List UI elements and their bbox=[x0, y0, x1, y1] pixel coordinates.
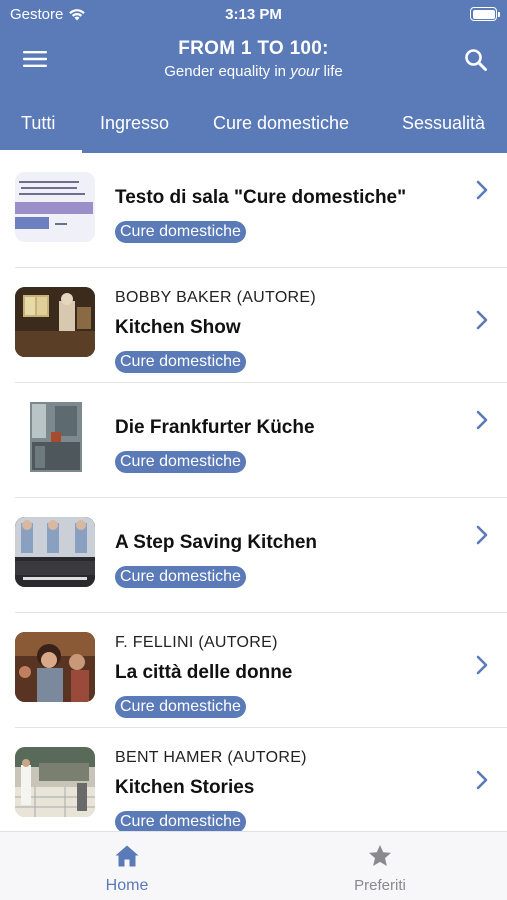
item-author: BOBBY BAKER (AUTORE) bbox=[115, 289, 317, 306]
chevron-right-icon bbox=[476, 525, 488, 545]
nav-home-label: Home bbox=[105, 877, 149, 894]
subtitle-emphasis: your bbox=[290, 63, 320, 80]
film-still-image bbox=[15, 632, 95, 702]
list-item[interactable]: Testo di sala "Cure domestiche" Cure dom… bbox=[0, 153, 507, 268]
tab-cure-domestiche[interactable]: Cure domestiche bbox=[213, 113, 349, 134]
list-item[interactable]: A Step Saving Kitchen Cure domestiche bbox=[0, 498, 507, 613]
home-icon bbox=[115, 845, 139, 867]
search-icon bbox=[465, 49, 487, 71]
chevron-right-icon bbox=[476, 310, 488, 330]
tab-ingresso[interactable]: Ingresso bbox=[100, 113, 169, 134]
kitchen-room-image bbox=[15, 402, 95, 472]
app-subtitle: Gender equality in your life bbox=[100, 63, 407, 80]
tab-sessualita[interactable]: Sessualità bbox=[402, 113, 485, 134]
chart-thumbnail-image bbox=[15, 172, 95, 242]
status-bar: Gestore 3:13 PM bbox=[0, 0, 507, 28]
category-badge: Cure domestiche bbox=[115, 451, 246, 473]
subtitle-text: Gender equality in bbox=[164, 63, 291, 80]
chevron-right-icon bbox=[476, 410, 488, 430]
film-still-image bbox=[15, 747, 95, 817]
bottom-tab-bar: Home Preferiti bbox=[0, 831, 507, 900]
category-badge: Cure domestiche bbox=[115, 221, 246, 243]
film-still-image bbox=[15, 517, 95, 587]
category-badge: Cure domestiche bbox=[115, 696, 246, 718]
list-item[interactable]: F. FELLINI (AUTORE) La città delle donne… bbox=[0, 613, 507, 728]
chart-thumbnail bbox=[15, 172, 95, 242]
kitchen-photo-image bbox=[15, 287, 95, 357]
kitchen-photo-thumbnail bbox=[15, 287, 95, 357]
status-time: 3:13 PM bbox=[225, 6, 282, 23]
search-button[interactable] bbox=[461, 45, 491, 75]
nav-home[interactable]: Home bbox=[67, 844, 187, 895]
film-still-thumbnail bbox=[15, 632, 95, 702]
app-title: FROM 1 TO 100: bbox=[178, 38, 329, 59]
item-title: A Step Saving Kitchen bbox=[115, 532, 317, 553]
battery-icon bbox=[470, 7, 500, 21]
content-list: Testo di sala "Cure domestiche" Cure dom… bbox=[0, 153, 507, 831]
list-item[interactable]: BOBBY BAKER (AUTORE) Kitchen Show Cure d… bbox=[0, 268, 507, 383]
nav-favorites[interactable]: Preferiti bbox=[320, 844, 440, 894]
film-still-thumbnail bbox=[15, 747, 95, 817]
item-author: F. FELLINI (AUTORE) bbox=[115, 634, 278, 651]
chevron-right-icon bbox=[476, 770, 488, 790]
category-badge: Cure domestiche bbox=[115, 566, 246, 588]
item-title: Kitchen Stories bbox=[115, 777, 255, 798]
star-icon bbox=[369, 845, 391, 866]
item-author: BENT HAMER (AUTORE) bbox=[115, 749, 307, 766]
nav-favorites-label: Preferiti bbox=[354, 877, 406, 894]
item-title: Die Frankfurter Küche bbox=[115, 417, 315, 438]
category-badge: Cure domestiche bbox=[115, 811, 246, 831]
list-item[interactable]: BENT HAMER (AUTORE) Kitchen Stories Cure… bbox=[0, 728, 507, 831]
list-item[interactable]: Die Frankfurter Küche Cure domestiche bbox=[0, 383, 507, 498]
menu-button[interactable] bbox=[20, 46, 50, 72]
category-tabs: Tutti Ingresso Cure domestiche Sessualit… bbox=[0, 103, 507, 153]
item-title: Kitchen Show bbox=[115, 317, 241, 338]
category-badge: Cure domestiche bbox=[115, 351, 246, 373]
subtitle-text-end: life bbox=[319, 63, 343, 80]
item-title: Testo di sala "Cure domestiche" bbox=[115, 187, 407, 208]
chevron-right-icon bbox=[476, 180, 488, 200]
hamburger-icon bbox=[23, 51, 47, 67]
tab-tutti[interactable]: Tutti bbox=[21, 113, 55, 134]
header-title-block: FROM 1 TO 100: Gender equality in your l… bbox=[100, 38, 407, 80]
kitchen-room-thumbnail bbox=[15, 402, 95, 472]
film-still-thumbnail bbox=[15, 517, 95, 587]
item-title: La città delle donne bbox=[115, 662, 293, 683]
app-header: Gestore 3:13 PM FROM 1 TO 100: Gender eq… bbox=[0, 0, 507, 153]
chevron-right-icon bbox=[476, 655, 488, 675]
